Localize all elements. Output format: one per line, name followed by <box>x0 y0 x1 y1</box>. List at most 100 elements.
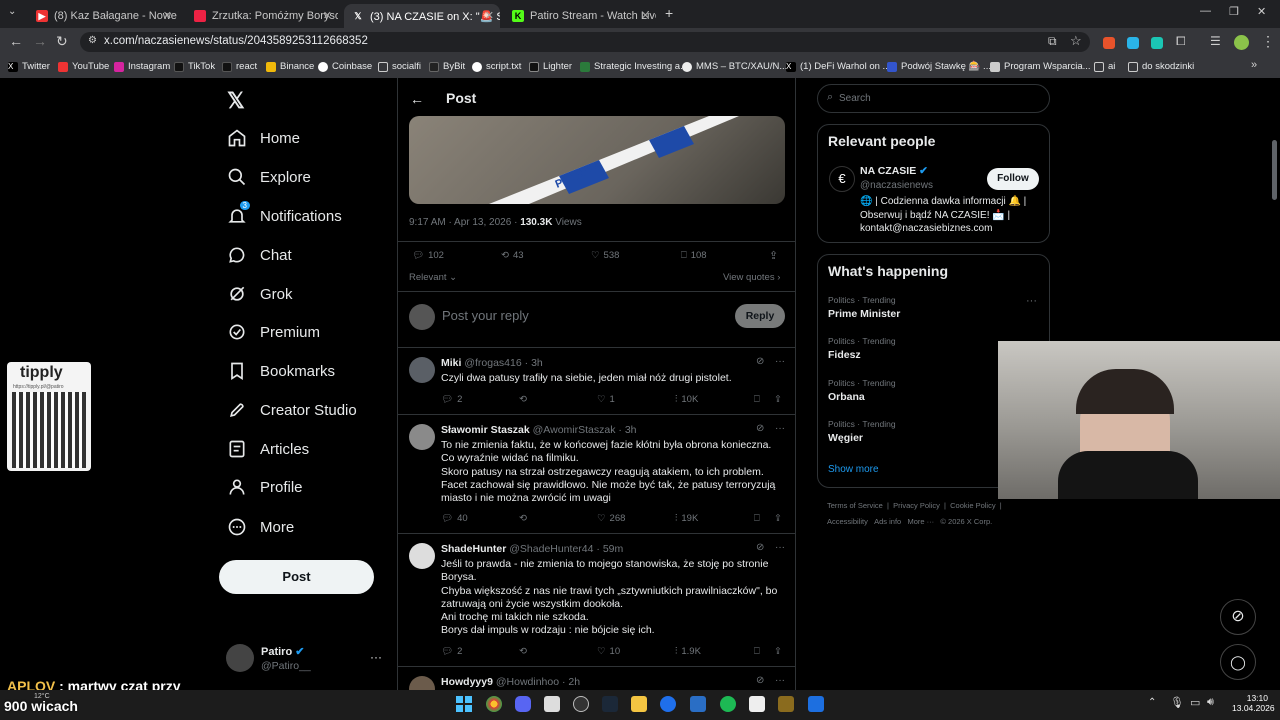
footer-link[interactable]: Ads info <box>874 517 901 526</box>
trend-item[interactable]: Politics · Trending Prime Minister <box>828 295 900 320</box>
share-icon[interactable]: ⇪ <box>774 394 782 405</box>
nav-bookmarks[interactable]: Bookmarks <box>226 356 335 386</box>
person-name[interactable]: NA CZASIE ✔ <box>860 165 928 177</box>
install-icon[interactable]: ⧉ <box>1048 34 1057 49</box>
nav-grok[interactable]: Grok <box>226 279 293 309</box>
footer-link[interactable]: Accessibility <box>827 517 868 526</box>
search-input[interactable]: Search <box>839 93 871 104</box>
repost-icon[interactable]: ⟲ <box>519 646 527 657</box>
app-icon[interactable] <box>690 696 706 712</box>
network-icon[interactable]: ▭ <box>1190 696 1200 709</box>
share-icon[interactable]: ⇪ <box>774 646 782 657</box>
nav-more[interactable]: More <box>226 512 294 542</box>
bookmark-defi[interactable]: X (1) DeFi Warhol on ... <box>786 61 890 72</box>
star-icon[interactable]: ☆ <box>1070 33 1082 49</box>
trend-item[interactable]: Politics · Trending Orbana <box>828 378 896 403</box>
file-explorer-icon[interactable] <box>631 696 647 712</box>
footer-link[interactable]: Terms of Service <box>827 501 883 510</box>
bookmark-bybit[interactable]: ByBit <box>429 61 465 72</box>
reply-action[interactable]: 💬︎ 2 <box>441 646 462 657</box>
reply-input[interactable]: Post your reply <box>442 308 529 323</box>
reply-tweet[interactable]: Sławomir Staszak @AwomirStaszak · 3h ⊘ ·… <box>398 415 795 534</box>
bookmark-binance[interactable]: Binance <box>266 61 314 72</box>
bookmark-icon[interactable]: ⎕ <box>754 513 760 524</box>
extension-icon[interactable] <box>1151 37 1163 49</box>
bookmark-lighter[interactable]: Lighter <box>529 61 572 72</box>
grok-icon[interactable]: ⊘ <box>756 356 764 367</box>
nav-home[interactable]: Home <box>226 123 300 153</box>
app-icon[interactable] <box>660 696 676 712</box>
nav-premium[interactable]: Premium <box>226 317 320 347</box>
views-action[interactable]: ⫶ 1.9K <box>675 646 701 657</box>
app-icon[interactable] <box>749 696 765 712</box>
tab-search-icon[interactable]: ☰ <box>1210 34 1221 48</box>
bookmark-react[interactable]: react <box>222 61 257 72</box>
new-tab-icon[interactable]: + <box>665 5 673 21</box>
start-icon[interactable] <box>456 696 472 712</box>
follow-button[interactable]: Follow <box>987 168 1039 190</box>
more-icon[interactable]: ··· <box>775 675 785 686</box>
spotify-icon[interactable] <box>720 696 736 712</box>
repost-action[interactable]: ⟲ 43 <box>501 250 524 261</box>
more-bookmarks-icon[interactable]: » <box>1251 59 1257 71</box>
sort-dropdown[interactable]: Relevant ⌄ <box>409 272 457 283</box>
close-icon[interactable]: ✕ <box>641 9 650 22</box>
footer-link[interactable]: Privacy Policy <box>893 501 940 510</box>
profile-avatar[interactable] <box>1234 35 1249 50</box>
views-action[interactable]: ⫶ 10K <box>675 394 698 405</box>
like-action[interactable]: ♡ 10 <box>597 646 620 657</box>
grok-icon[interactable]: ⊘ <box>756 423 764 434</box>
app-icon[interactable] <box>778 696 794 712</box>
reply-action[interactable]: 💬︎ 2 <box>441 394 462 405</box>
bookmark-tiktok[interactable]: TikTok <box>174 61 215 72</box>
bookmark-folder-skodzinki[interactable]: do skodzinki <box>1128 61 1194 72</box>
account-avatar[interactable] <box>226 644 254 672</box>
forward-icon[interactable]: → <box>33 33 47 49</box>
footer-link[interactable]: Cookie Policy <box>950 501 995 510</box>
menu-icon[interactable]: ⋮ <box>1261 33 1275 50</box>
discord-icon[interactable] <box>515 696 531 712</box>
close-icon[interactable]: ✕ <box>163 9 172 22</box>
more-icon[interactable]: ··· <box>775 356 785 367</box>
reply-button[interactable]: Reply <box>735 304 785 328</box>
nav-explore[interactable]: Explore <box>226 162 311 192</box>
bookmark-folder-socialfi[interactable]: socialfi <box>378 61 421 72</box>
nav-articles[interactable]: Articles <box>226 434 309 464</box>
app-icon[interactable] <box>544 696 560 712</box>
microphone-icon[interactable]: 🎙︎ <box>1170 696 1184 709</box>
nav-creator-studio[interactable]: Creator Studio <box>226 395 357 425</box>
tab-search-icon[interactable]: ⌄ <box>8 6 16 17</box>
like-action[interactable]: ♡ 538 <box>591 250 619 261</box>
bookmark-coinbase[interactable]: Coinbase <box>318 61 372 72</box>
account-menu-icon[interactable]: ··· <box>370 650 382 664</box>
show-more-link[interactable]: Show more <box>828 464 879 475</box>
steam-icon[interactable] <box>602 696 618 712</box>
repost-icon[interactable]: ⟲ <box>519 394 527 405</box>
reply-tweet[interactable]: ShadeHunter @ShadeHunter44 · 59m ⊘ ··· J… <box>398 534 795 667</box>
close-window-icon[interactable]: ✕ <box>1257 5 1266 18</box>
extension-icon[interactable] <box>1103 37 1115 49</box>
volume-icon[interactable]: 🔊︎ <box>1207 696 1214 709</box>
bookmark-instagram[interactable]: Instagram <box>114 61 170 72</box>
account-name[interactable]: Patiro ✔ <box>261 645 304 658</box>
obs-icon[interactable] <box>573 696 589 712</box>
address-bar[interactable]: x.com/naczasienews/status/20435892531126… <box>80 32 1090 52</box>
scrollbar[interactable] <box>1272 140 1277 200</box>
bookmark-icon[interactable]: ⎕ <box>754 394 760 405</box>
reload-icon[interactable]: ↻ <box>56 33 68 50</box>
bookmark-youtube[interactable]: YouTube <box>58 61 109 72</box>
tray-chevron-icon[interactable]: ⌃ <box>1148 697 1156 708</box>
bookmark-script[interactable]: script.txt <box>472 61 521 72</box>
grok-float-icon[interactable]: ⊘ <box>1220 599 1256 635</box>
view-quotes-link[interactable]: View quotes › <box>723 272 780 283</box>
grok-icon[interactable]: ⊘ <box>756 675 764 686</box>
close-icon[interactable]: ✕ <box>485 9 494 22</box>
more-icon[interactable]: ··· <box>775 423 785 434</box>
extensions-icon[interactable]: ⧠ <box>1176 34 1186 49</box>
nav-profile[interactable]: Profile <box>226 472 303 502</box>
bookmark-icon[interactable]: ⎕ <box>754 646 760 657</box>
bookmark-strategic[interactable]: Strategic Investing a... <box>580 61 688 72</box>
back-icon[interactable]: ← <box>9 33 23 49</box>
grok-icon[interactable]: ⊘ <box>756 542 764 553</box>
clock[interactable]: 13:10 13.04.2026 <box>1232 693 1275 713</box>
